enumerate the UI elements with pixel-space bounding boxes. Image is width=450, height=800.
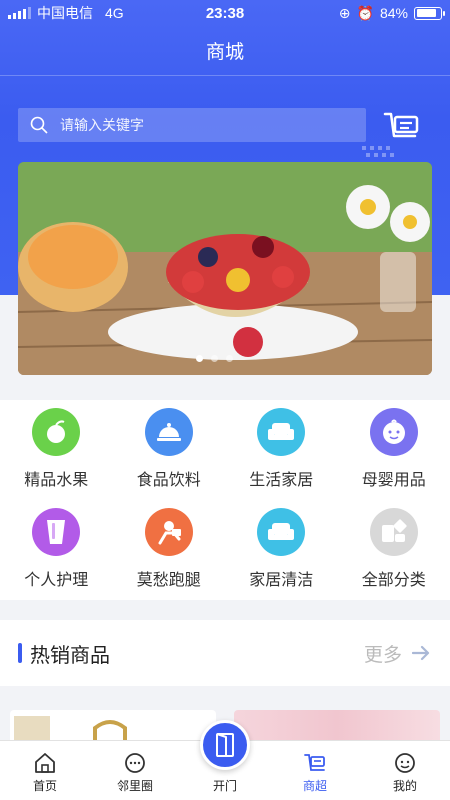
lock-rotation-icon: ⊕ (338, 4, 351, 21)
tab-label: 开门 (212, 779, 237, 793)
arrow-right-icon (412, 645, 430, 661)
pager-dot[interactable] (226, 355, 233, 362)
category-label: 母婴用品 (361, 472, 426, 489)
category-grid: 精品水果 食品饮料 生活家居 母婴用品 个人护理 莫愁跑腿 家居清洁 全部分类 (0, 400, 450, 600)
tab-profile[interactable]: 我的 (360, 741, 450, 800)
battery-percent: 84% (379, 5, 408, 21)
category-label: 莫愁跑腿 (136, 572, 201, 589)
cart-icon (304, 754, 325, 771)
home-icon (35, 753, 55, 773)
status-bar: 中国电信 4G 23:38 ⊕ ⏰ 84% (0, 0, 450, 26)
alarm-icon: ⏰ (356, 4, 374, 21)
banner-pager (196, 355, 233, 362)
sofa-icon (257, 408, 306, 456)
runner-icon (144, 508, 193, 556)
tab-neighborhood[interactable]: 邻里圈 (90, 741, 180, 800)
cart-icon[interactable] (382, 108, 422, 144)
hot-products-header: 热销商品 更多 (0, 620, 450, 686)
pager-dot[interactable] (211, 355, 218, 362)
category-fruit[interactable]: 精品水果 (0, 400, 113, 500)
category-all[interactable]: 全部分类 (338, 500, 450, 600)
category-label: 生活家居 (249, 472, 314, 489)
chat-icon (125, 753, 145, 773)
signal-icon (8, 7, 31, 19)
category-baby[interactable]: 母婴用品 (338, 400, 450, 500)
tab-home[interactable]: 首页 (0, 741, 90, 800)
section-accent-bar (18, 643, 22, 663)
search-bar[interactable] (18, 108, 366, 142)
tab-label: 商超 (302, 779, 327, 793)
user-icon (395, 753, 415, 773)
page-title: 商城 (0, 26, 450, 76)
sofa-icon (257, 508, 306, 556)
more-link[interactable]: 更多 (364, 640, 430, 667)
category-label: 精品水果 (24, 472, 89, 489)
category-errand[interactable]: 莫愁跑腿 (113, 500, 226, 600)
banner-image (18, 162, 432, 375)
category-label: 个人护理 (24, 572, 89, 589)
tab-label: 邻里圈 (116, 779, 153, 793)
fruit-icon (32, 408, 81, 456)
promo-banner[interactable] (18, 162, 432, 375)
category-label: 食品饮料 (136, 472, 201, 489)
battery-icon (414, 6, 445, 20)
category-care[interactable]: 个人护理 (0, 500, 113, 600)
network-label: 4G (105, 5, 124, 21)
search-input[interactable] (60, 117, 340, 133)
lotion-icon (32, 508, 81, 556)
tab-mall[interactable]: 商超 (270, 741, 360, 800)
open-door-button[interactable] (200, 720, 250, 770)
category-cleaning[interactable]: 家居清洁 (225, 500, 338, 600)
search-icon (30, 116, 48, 134)
tab-label: 我的 (392, 779, 417, 793)
more-label: 更多 (363, 644, 402, 666)
section-title: 热销商品 (30, 644, 110, 667)
baby-icon (369, 408, 418, 456)
food-cover-icon (144, 408, 193, 456)
pager-dot[interactable] (196, 355, 203, 362)
carrier-label: 中国电信 (37, 5, 93, 21)
door-icon (216, 733, 234, 757)
category-label: 家居清洁 (249, 572, 314, 589)
category-home[interactable]: 生活家居 (225, 400, 338, 500)
category-food[interactable]: 食品饮料 (113, 400, 226, 500)
category-label: 全部分类 (361, 572, 426, 589)
tab-label: 首页 (32, 779, 57, 793)
category-icon (369, 508, 418, 556)
